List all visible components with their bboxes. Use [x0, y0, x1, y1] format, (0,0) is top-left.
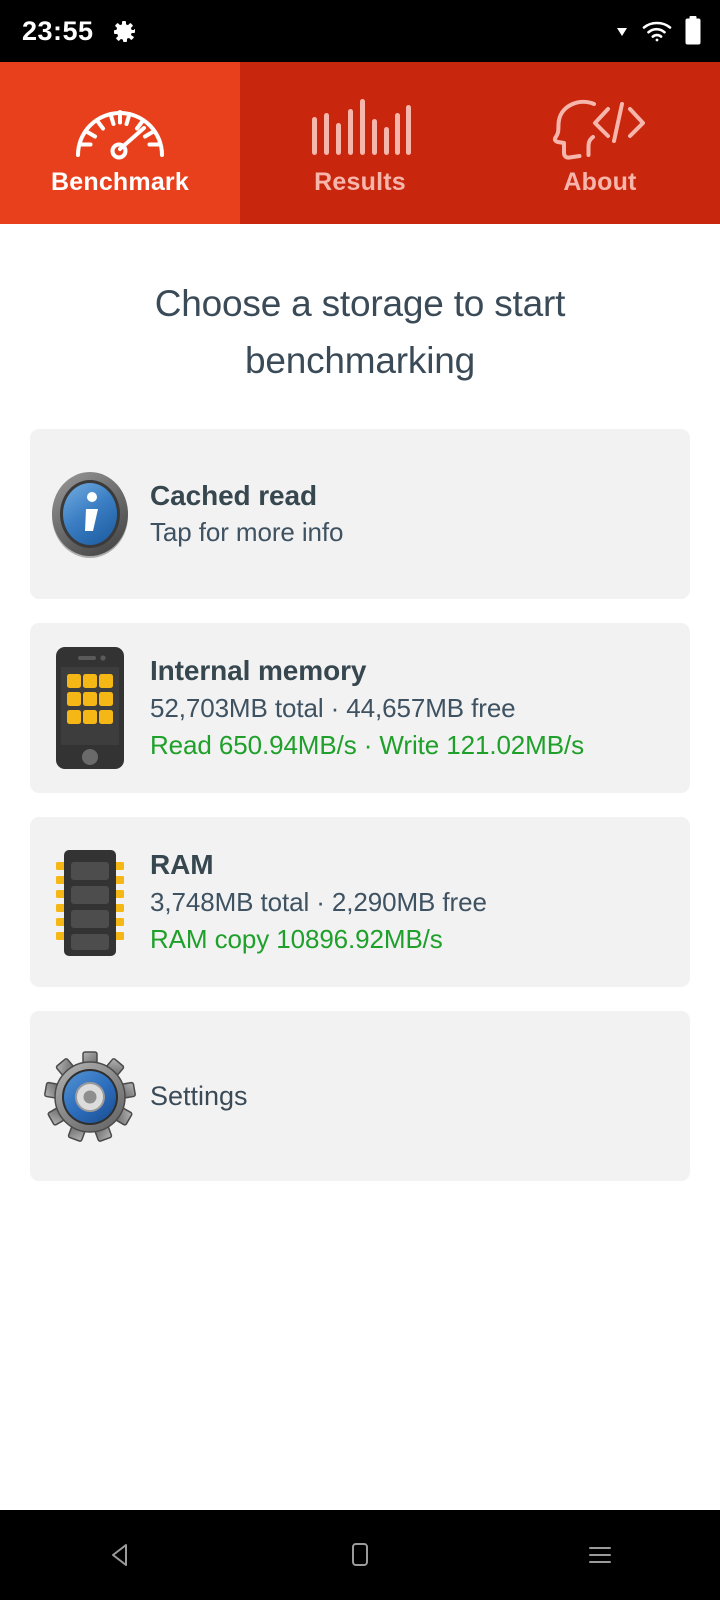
nav-recents-button[interactable]: [480, 1538, 720, 1572]
settings-gear-icon: [112, 19, 137, 44]
card-subtitle: 52,703MB total · 44,657MB free: [150, 692, 516, 723]
card-cached-read[interactable]: Cached read Tap for more info: [30, 429, 690, 600]
card-subtitle: Tap for more info: [150, 517, 344, 548]
card-settings-label: Settings: [150, 1080, 248, 1111]
card-speed: Read 650.94MB/s · Write 121.02MB/s: [150, 729, 584, 760]
back-icon: [103, 1538, 137, 1572]
tab-results[interactable]: Results: [240, 62, 480, 224]
nav-back-button[interactable]: [0, 1538, 240, 1572]
card-title: Cached read: [150, 479, 317, 511]
info-icon: [30, 467, 150, 561]
card-internal-memory-body: Internal memory 52,703MB total · 44,657M…: [150, 648, 604, 768]
speedometer-icon: [70, 96, 170, 162]
app-root: 23:55 Benchmark Results About Choose a s…: [0, 0, 720, 1600]
tab-benchmark-label: Benchmark: [51, 167, 189, 196]
dropdown-triangle-icon: [614, 23, 630, 39]
card-title: RAM: [150, 849, 214, 881]
bar-chart-icon: [308, 96, 412, 162]
nav-home-button[interactable]: [240, 1538, 480, 1572]
battery-icon: [684, 16, 702, 46]
status-bar-indicators: [614, 16, 702, 46]
head-code-icon: [548, 96, 652, 162]
tab-results-label: Results: [314, 167, 406, 196]
tab-about[interactable]: About: [480, 62, 720, 224]
wifi-icon: [641, 19, 673, 43]
card-speed: RAM copy 10896.92MB/s: [150, 923, 443, 954]
card-ram-body: RAM 3,748MB total · 2,290MB free RAM cop…: [150, 842, 507, 962]
tab-about-label: About: [563, 167, 637, 196]
recents-icon: [583, 1538, 617, 1572]
memory-chip-icon: [30, 840, 150, 964]
card-ram[interactable]: RAM 3,748MB total · 2,290MB free RAM cop…: [30, 817, 690, 988]
status-bar-clock: 23:55: [22, 15, 94, 46]
tab-bar: Benchmark Results About: [0, 62, 720, 224]
card-internal-memory[interactable]: Internal memory 52,703MB total · 44,657M…: [30, 623, 690, 794]
storage-card-list: Cached read Tap for more info Internal m…: [0, 429, 720, 1182]
android-nav-bar: [0, 1510, 720, 1600]
home-icon: [343, 1538, 377, 1572]
card-title: Internal memory: [150, 655, 367, 687]
page-title: Choose a storage to start benchmarking: [154, 283, 566, 381]
card-subtitle: 3,748MB total · 2,290MB free: [150, 886, 487, 917]
phone-icon: [30, 645, 150, 771]
gear-settings-icon: [30, 1048, 150, 1144]
card-settings-body: Settings: [150, 1075, 268, 1118]
card-settings[interactable]: Settings: [30, 1011, 690, 1182]
card-cached-read-body: Cached read Tap for more info: [150, 473, 363, 556]
status-bar: 23:55: [0, 0, 720, 62]
tab-benchmark[interactable]: Benchmark: [0, 62, 240, 224]
